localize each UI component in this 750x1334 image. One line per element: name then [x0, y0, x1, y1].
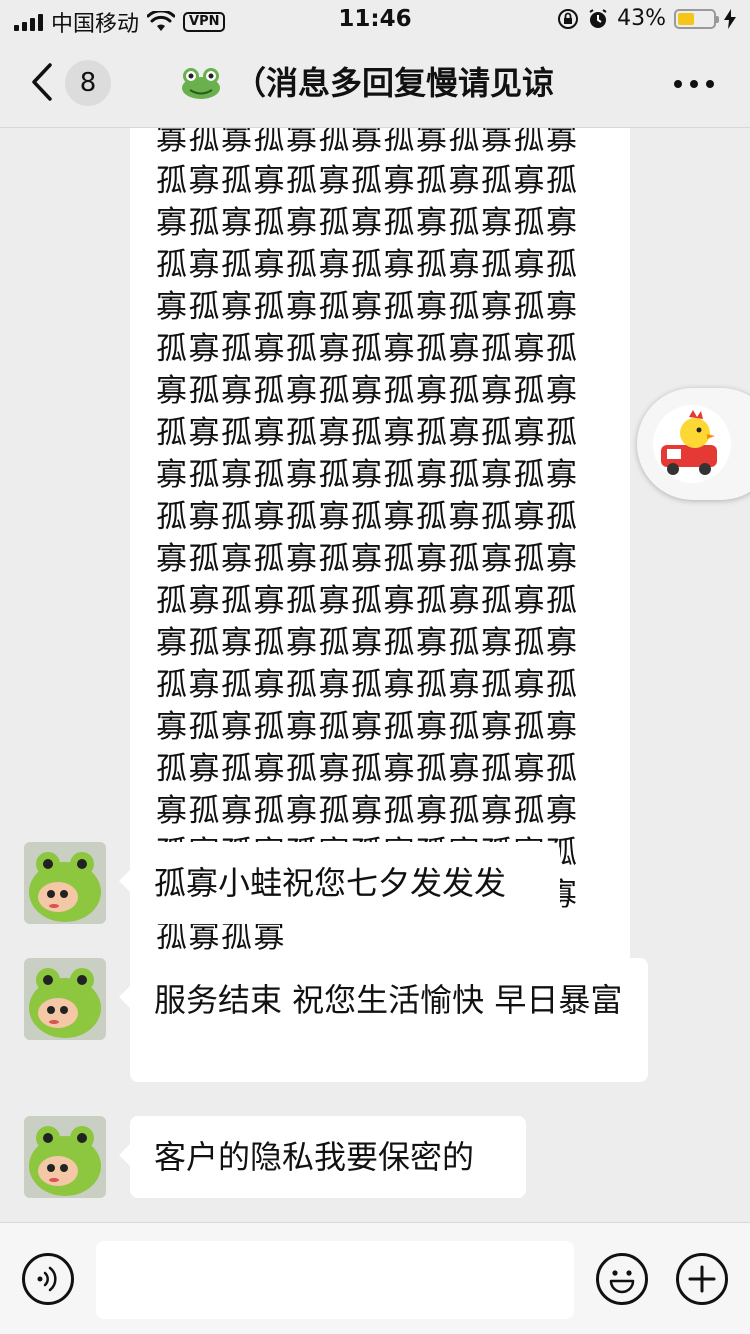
contact-avatar[interactable]: [24, 1116, 106, 1198]
contact-avatar[interactable]: [24, 842, 106, 924]
message-input[interactable]: [96, 1241, 574, 1319]
emoji-icon[interactable]: [596, 1253, 648, 1305]
chat-area[interactable]: 寡孤寡孤寡孤寡孤寡孤寡孤寡孤寡孤寡孤寡孤寡孤寡孤寡孤寡孤寡孤寡孤寡孤寡孤寡孤寡孤…: [0, 128, 750, 1222]
floating-window-thumbnail: [653, 405, 731, 483]
unread-count-badge[interactable]: 8: [65, 60, 111, 106]
input-bar: [0, 1222, 750, 1334]
rotation-lock-icon: [558, 8, 579, 29]
back-chevron-icon[interactable]: [28, 62, 56, 102]
chick-car-icon: [661, 410, 717, 475]
charging-icon: [724, 8, 736, 29]
message-bubble[interactable]: 服务结束 祝您生活愉快 早日暴富: [119, 958, 648, 1082]
alarm-icon: [589, 8, 607, 28]
battery-percent: 43%: [617, 6, 666, 31]
contact-avatar[interactable]: [24, 958, 106, 1040]
more-options-icon[interactable]: [674, 80, 714, 88]
voice-icon[interactable]: [22, 1253, 74, 1305]
message-bubble[interactable]: 孤寡小蛙祝您七夕发发发: [119, 842, 560, 924]
status-bar: 中国移动 VPN 11:46 43%: [0, 0, 750, 40]
battery-icon: [674, 8, 719, 29]
chat-title-text: （消息多回复慢请见谅: [234, 64, 555, 102]
frog-emoji-icon: [182, 68, 220, 99]
plus-icon[interactable]: [676, 1253, 728, 1305]
floating-window[interactable]: [637, 388, 750, 500]
nav-bar: 8 （消息多回复慢请见谅: [0, 40, 750, 128]
status-right: 43%: [557, 6, 736, 31]
chat-title: （消息多回复慢请见谅: [180, 60, 600, 106]
message-bubble[interactable]: 客户的隐私我要保密的: [119, 1116, 526, 1198]
